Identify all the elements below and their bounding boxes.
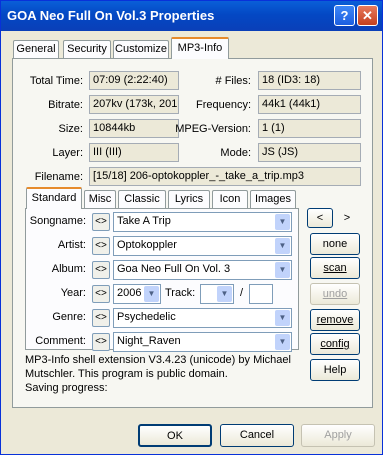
chevron-down-icon[interactable]: ▼ — [275, 334, 290, 350]
previous-file-button[interactable]: < — [307, 208, 333, 228]
size-label: Size: — [58, 123, 83, 135]
artist-combo[interactable]: Optokoppler ▼ — [113, 236, 292, 256]
about-text: MP3-Info shell extension V3.4.23 (unicod… — [25, 353, 315, 395]
none-button[interactable]: none — [310, 233, 360, 255]
tab-icon[interactable]: Icon — [212, 190, 248, 208]
album-value: Goa Neo Full On Vol. 3 — [117, 263, 231, 275]
window-title: GOA Neo Full On Vol.3 Properties — [7, 8, 215, 23]
layer-field: III (III) — [89, 143, 179, 162]
tab-general[interactable]: General — [13, 40, 59, 58]
songname-label: Songname: — [29, 215, 86, 227]
year-copy-button[interactable]: <> — [92, 285, 110, 303]
tab-security[interactable]: Security — [63, 40, 111, 58]
files-field: 18 (ID3: 18) — [258, 71, 361, 90]
year-label: Year: — [60, 287, 86, 299]
tab-misc[interactable]: Misc — [84, 190, 116, 208]
track-separator: / — [240, 287, 244, 299]
saving-progress-label: Saving progress: — [25, 382, 108, 394]
properties-window: GOA Neo Full On Vol.3 Properties ? ✕ Gen… — [0, 0, 383, 455]
tab-standard[interactable]: Standard — [26, 187, 82, 209]
mpeg-version-label: MPEG-Version: — [175, 123, 251, 135]
bitrate-label: Bitrate: — [48, 99, 83, 111]
chevron-down-icon[interactable]: ▼ — [275, 262, 290, 278]
bitrate-field: 207kv (173k, 201 — [89, 95, 179, 114]
help-title-button[interactable]: ? — [334, 5, 355, 26]
tab-mp3-info[interactable]: MP3-Info — [171, 37, 229, 59]
genre-copy-button[interactable]: <> — [92, 309, 110, 327]
ok-button[interactable]: OK — [138, 424, 212, 447]
genre-value: Psychedelic — [117, 311, 176, 323]
frequency-field: 44k1 (44k1) — [258, 95, 361, 114]
tab-lyrics[interactable]: Lyrics — [168, 190, 210, 208]
tab-customize[interactable]: Customize — [113, 40, 169, 58]
cancel-button[interactable]: Cancel — [220, 424, 294, 447]
chevron-down-icon[interactable]: ▼ — [275, 214, 290, 230]
total-time-label: Total Time: — [29, 75, 83, 87]
help-button[interactable]: Help — [310, 359, 360, 381]
undo-button[interactable]: undo — [310, 283, 360, 305]
remove-button[interactable]: remove — [310, 309, 360, 331]
mode-label: Mode: — [220, 147, 251, 159]
title-bar[interactable]: GOA Neo Full On Vol.3 Properties ? ✕ — [1, 1, 382, 31]
comment-label: Comment: — [35, 335, 86, 347]
config-button[interactable]: config — [310, 333, 360, 355]
chevron-down-icon[interactable]: ▼ — [217, 286, 232, 302]
artist-label: Artist: — [57, 239, 86, 251]
chevron-down-icon[interactable]: ▼ — [275, 310, 290, 326]
comment-combo[interactable]: Night_Raven ▼ — [113, 332, 292, 352]
track-label: Track: — [165, 287, 196, 299]
filename-label: Filename: — [34, 171, 83, 183]
songname-value: Take A Trip — [117, 215, 171, 227]
about-line-2: Mutschler. This program is public domain… — [25, 368, 228, 380]
apply-button[interactable]: Apply — [301, 424, 375, 447]
year-combo[interactable]: 2006 ▼ — [113, 284, 161, 304]
layer-label: Layer: — [52, 147, 83, 159]
comment-copy-button[interactable]: <> — [92, 333, 110, 351]
album-copy-button[interactable]: <> — [92, 261, 110, 279]
tab-images[interactable]: Images — [250, 190, 296, 208]
filename-field: [15/18] 206-optokoppler_-_take_a_trip.mp… — [89, 167, 361, 186]
close-button[interactable]: ✕ — [357, 5, 378, 26]
tab-classic[interactable]: Classic — [118, 190, 166, 208]
chevron-down-icon[interactable]: ▼ — [144, 286, 159, 302]
comment-value: Night_Raven — [117, 335, 181, 347]
mpeg-version-field: 1 (1) — [258, 119, 361, 138]
frequency-label: Frequency: — [195, 99, 251, 111]
size-field: 10844kb — [89, 119, 179, 138]
next-file-button[interactable]: > — [334, 208, 360, 228]
chevron-down-icon[interactable]: ▼ — [275, 238, 290, 254]
genre-label: Genre: — [52, 311, 86, 323]
genre-combo[interactable]: Psychedelic ▼ — [113, 308, 292, 328]
year-value: 2006 — [117, 287, 142, 299]
album-label: Album: — [51, 263, 86, 275]
track-total-field[interactable] — [249, 284, 273, 304]
mode-field: JS (JS) — [258, 143, 361, 162]
total-time-field: 07:09 (2:22:40) — [89, 71, 179, 90]
songname-combo[interactable]: Take A Trip ▼ — [113, 212, 292, 232]
artist-copy-button[interactable]: <> — [92, 237, 110, 255]
about-line-1: MP3-Info shell extension V3.4.23 (unicod… — [25, 354, 291, 366]
files-label: # Files: — [215, 75, 251, 87]
artist-value: Optokoppler — [117, 239, 177, 251]
album-combo[interactable]: Goa Neo Full On Vol. 3 ▼ — [113, 260, 292, 280]
track-combo[interactable]: ▼ — [200, 284, 234, 304]
songname-copy-button[interactable]: <> — [92, 213, 110, 231]
scan-button[interactable]: scan — [310, 257, 360, 279]
